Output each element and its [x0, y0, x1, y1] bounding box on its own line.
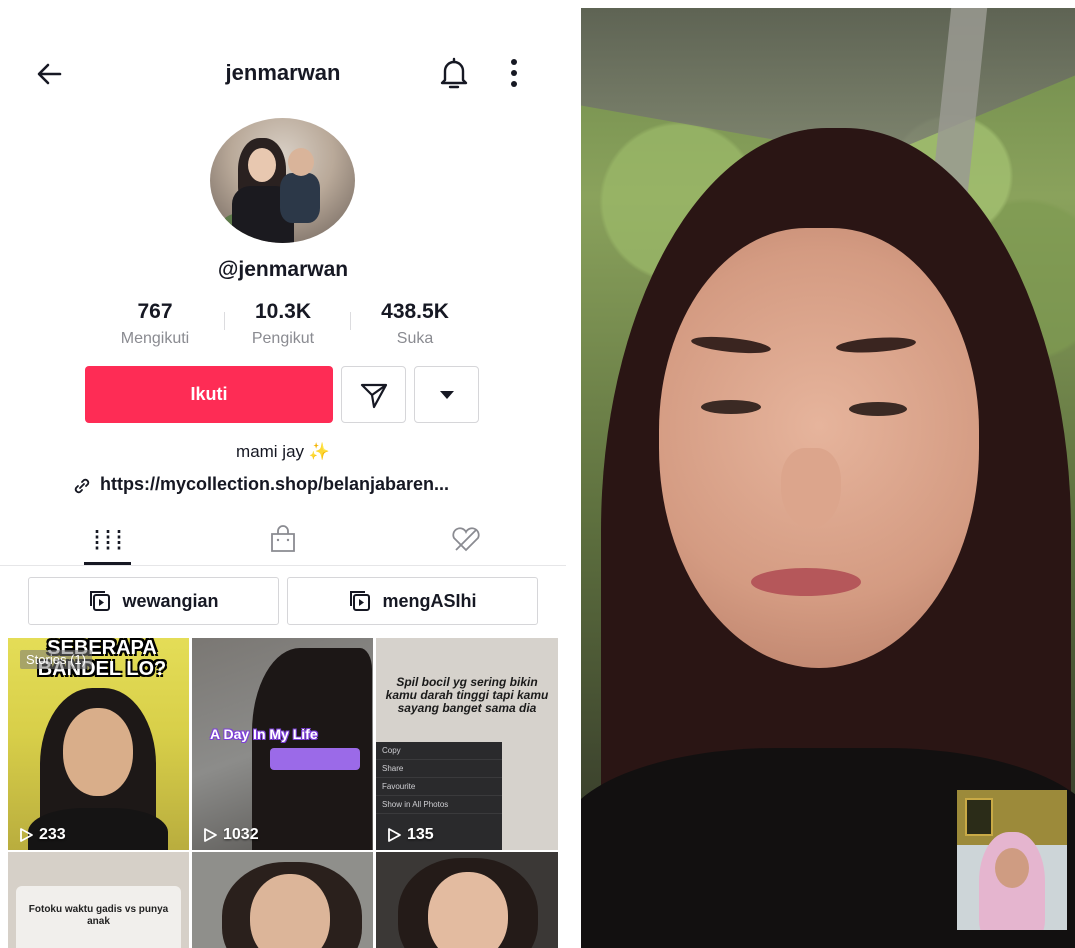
- caller-nose: [781, 448, 841, 528]
- video-thumbnail[interactable]: A Day In My Life 1032: [192, 638, 373, 850]
- view-count-value: 135: [407, 826, 434, 843]
- playlist-label: wewangian: [122, 590, 219, 611]
- view-count-value: 233: [39, 826, 66, 843]
- avatar[interactable]: [210, 118, 355, 243]
- video-caption: Fotoku waktu gadis vs punya anak: [16, 886, 181, 948]
- username: @jenmarwan: [217, 258, 349, 281]
- stat-label: Suka: [396, 330, 434, 347]
- tab-liked[interactable]: [446, 524, 486, 556]
- message-button[interactable]: [341, 366, 406, 423]
- self-view-pip[interactable]: [957, 790, 1067, 930]
- tab-shop[interactable]: [263, 524, 303, 556]
- stat-divider: [350, 312, 351, 330]
- video-thumbnail[interactable]: Spil bocil yg sering bikin kamu darah ti…: [376, 638, 558, 850]
- stat-value: 10.3K: [254, 300, 312, 323]
- playlist-label: mengASIhi: [382, 590, 477, 611]
- video-thumbnail[interactable]: [376, 852, 558, 948]
- play-icon: [20, 828, 33, 842]
- profile-stats: 767 Mengikuti 10.3K Pengikut 438.5K Suka: [100, 300, 466, 350]
- playlists: wewangian mengASIhi: [28, 577, 538, 625]
- bio: mami jay ✨: [0, 442, 566, 462]
- bio-text: mami jay: [236, 442, 305, 461]
- video-thumbnail[interactable]: Fotoku waktu gadis vs punya anak: [8, 852, 189, 948]
- stories-badge: Stories (1): [20, 650, 92, 669]
- link-icon: [74, 478, 90, 494]
- playlist-mengasihi[interactable]: mengASIhi: [287, 577, 538, 625]
- more-vertical-icon: [511, 59, 517, 87]
- playlist-icon: [350, 591, 371, 611]
- pip-wall-frame: [965, 798, 993, 836]
- menu-row: Share: [376, 760, 502, 778]
- stat-likes[interactable]: 438.5K Suka: [360, 300, 470, 348]
- menu-row: Copy: [376, 742, 502, 760]
- video-caption: Spil bocil yg sering bikin kamu darah ti…: [385, 675, 549, 715]
- avatar-child-body: [280, 173, 320, 223]
- play-icon: [388, 828, 401, 842]
- view-count: 135: [386, 826, 434, 844]
- thumbnail-face: [428, 872, 508, 948]
- stat-followers[interactable]: 10.3K Pengikut: [228, 300, 338, 348]
- play-icon: [204, 828, 217, 842]
- caller-eye-left: [701, 400, 761, 414]
- menu-row: Favourite: [376, 778, 502, 796]
- pip-face: [995, 848, 1029, 888]
- avatar-child-face: [288, 148, 314, 176]
- stat-value: 438.5K: [381, 300, 449, 323]
- video-thumbnail[interactable]: [192, 852, 373, 948]
- stat-following[interactable]: 767 Mengikuti: [100, 300, 210, 348]
- menu-row: Show in All Photos: [376, 796, 502, 814]
- caret-down-icon: [439, 390, 454, 399]
- thumbnail-face: [250, 874, 330, 948]
- caller-mouth: [751, 568, 861, 596]
- suggestions-dropdown-button[interactable]: [414, 366, 479, 423]
- view-count: 1032: [202, 826, 259, 844]
- playlist-icon: [90, 591, 111, 611]
- sparkle-icon: ✨: [308, 442, 330, 461]
- tab-videos[interactable]: [88, 524, 128, 556]
- video-call-view: [581, 8, 1075, 948]
- caller-eye-right: [849, 402, 907, 416]
- video-caption: A Day In My Life: [210, 726, 318, 742]
- view-count-value: 1032: [223, 826, 259, 843]
- send-icon: [360, 383, 387, 408]
- stat-divider: [224, 312, 225, 330]
- bio-link[interactable]: https://mycollection.shop/belanjabaren..…: [100, 474, 449, 495]
- view-count: 233: [18, 826, 66, 844]
- follow-button[interactable]: Ikuti: [85, 366, 333, 423]
- heart-hidden-icon: [452, 527, 480, 552]
- more-options-button[interactable]: [500, 54, 528, 92]
- page-title: jenmarwan: [225, 60, 341, 85]
- bell-icon: [440, 57, 468, 89]
- shopping-bag-icon: [271, 525, 295, 552]
- video-grid: SEBERAPA BANDEL LO? Stories (1) 233 A Da…: [8, 638, 558, 948]
- stat-label: Mengikuti: [120, 330, 190, 347]
- notification-button[interactable]: [436, 54, 472, 92]
- profile-screen: jenmarwan @jenmarwan 767 Mengikuti 10.3K…: [0, 0, 566, 948]
- avatar-woman-face: [248, 148, 276, 182]
- stat-value: 767: [137, 300, 173, 323]
- stat-label: Pengikut: [251, 330, 315, 347]
- playlist-wewangian[interactable]: wewangian: [28, 577, 279, 625]
- top-bar: jenmarwan: [0, 48, 566, 98]
- content-tabs: [0, 518, 566, 566]
- grid-icon: [95, 530, 121, 550]
- video-thumbnail[interactable]: SEBERAPA BANDEL LO? Stories (1) 233: [8, 638, 189, 850]
- active-tab-indicator: [84, 562, 131, 565]
- thumbnail-face: [63, 708, 133, 796]
- thumbnail-sticker: [270, 748, 360, 770]
